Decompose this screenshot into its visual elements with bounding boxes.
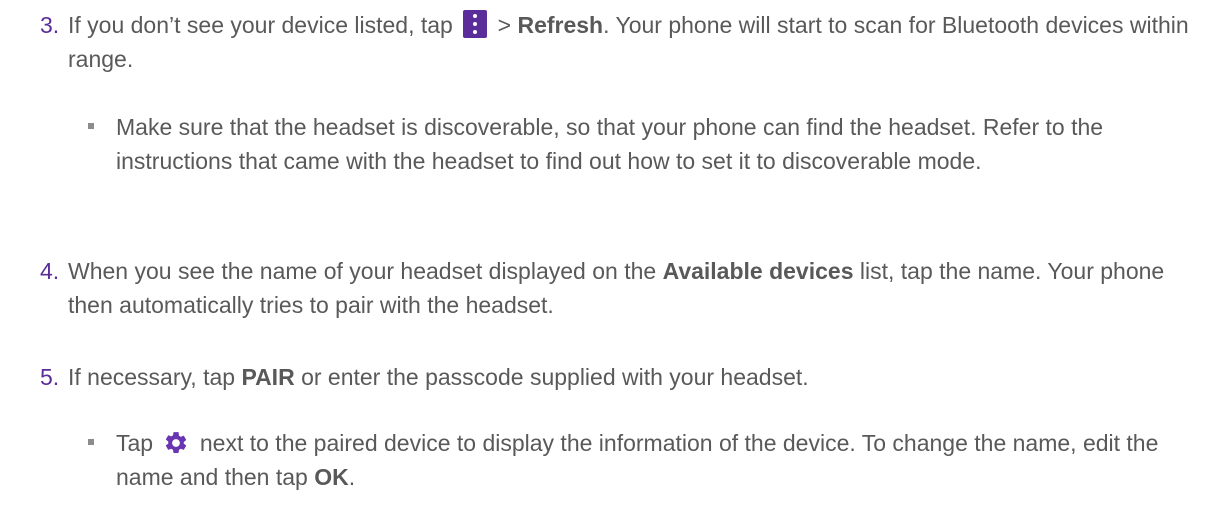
- bullet-text: Tap next to the paired device to display…: [116, 426, 1198, 494]
- bullet-item: Make sure that the headset is discoverab…: [88, 110, 1198, 178]
- bullet-text-part: next to the paired device to display the…: [116, 430, 1159, 490]
- step-5: 5. If necessary, tap PAIR or enter the p…: [40, 360, 1200, 394]
- step-number: 5.: [40, 364, 60, 390]
- bullet-marker: [88, 123, 94, 129]
- step-text-part: If necessary, tap: [68, 364, 242, 390]
- step-text: If you don’t see your device listed, tap…: [68, 8, 1200, 76]
- ok-label: OK: [314, 464, 349, 490]
- bullet-marker: [88, 439, 94, 445]
- step-text: If necessary, tap PAIR or enter the pass…: [68, 360, 1200, 394]
- step-text-part: If you don’t see your device listed, tap: [68, 12, 460, 38]
- gear-icon: [166, 432, 187, 453]
- refresh-label: Refresh: [517, 12, 604, 38]
- step-3: 3. If you don’t see your device listed, …: [40, 8, 1200, 76]
- bullet-item: Tap next to the paired device to display…: [88, 426, 1198, 494]
- step-text-part: When you see the name of your headset di…: [68, 258, 663, 284]
- bullet-text-part: Tap: [116, 430, 160, 456]
- step-4: 4. When you see the name of your headset…: [40, 254, 1200, 322]
- step-number: 3.: [40, 12, 60, 38]
- pair-label: PAIR: [241, 364, 295, 390]
- available-devices-label: Available devices: [662, 258, 854, 284]
- bullet-text-part: .: [348, 464, 356, 490]
- step-number: 4.: [40, 258, 60, 284]
- bullet-text: Make sure that the headset is discoverab…: [116, 114, 1104, 174]
- step-text-part: or enter the passcode supplied with your…: [294, 364, 809, 390]
- more-vert-icon: [463, 10, 488, 38]
- step-text-part: >: [491, 12, 518, 38]
- step-text: When you see the name of your headset di…: [68, 254, 1200, 322]
